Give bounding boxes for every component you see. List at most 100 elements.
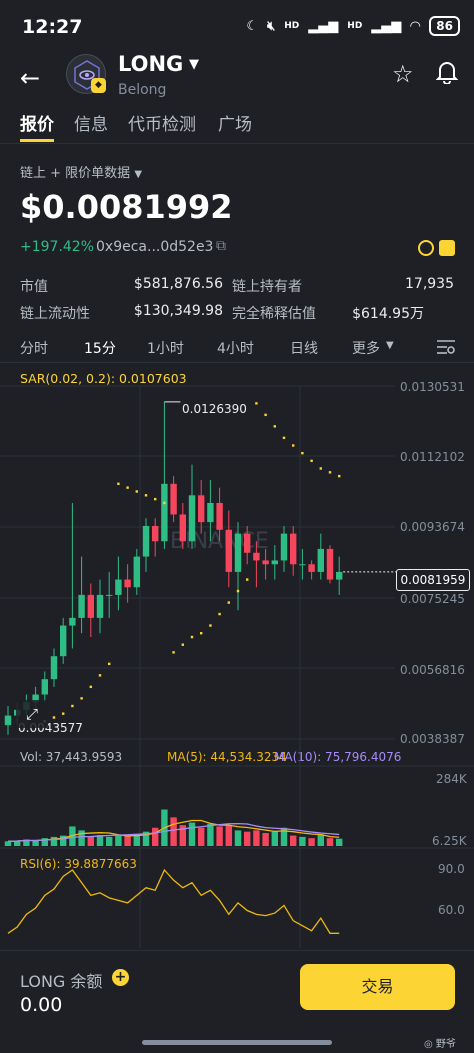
candle-body <box>4 715 12 726</box>
volume-bar <box>124 836 131 846</box>
sar-dot <box>328 471 332 474</box>
sar-dot <box>190 635 194 639</box>
sar-dot <box>172 651 175 654</box>
volume-bar <box>152 827 159 846</box>
sar-dot <box>255 402 258 405</box>
sar-dot <box>301 451 304 455</box>
price-change: +197.42% <box>20 239 95 255</box>
volume-bar <box>115 835 122 846</box>
volume-bar <box>198 827 205 846</box>
sar-dot <box>117 482 120 486</box>
candle-body <box>336 571 343 580</box>
rsi-axis-tick: 60.0 <box>438 903 465 917</box>
sar-dot <box>292 444 295 447</box>
back-arrow-icon[interactable]: ← <box>20 64 40 92</box>
sar-dot <box>264 413 267 417</box>
footer-credit-text: 野爷 <box>435 1039 456 1050</box>
volume-bar <box>308 838 315 846</box>
sar-dot <box>62 712 65 715</box>
candle-body <box>244 533 251 553</box>
tab-square[interactable]: 广场 <box>218 110 252 135</box>
candle-body <box>115 579 122 595</box>
volume-bar <box>87 836 94 846</box>
candle-body <box>78 594 85 618</box>
timeframe-4h[interactable]: 4小时 <box>217 338 254 358</box>
sar-dot <box>126 486 129 489</box>
tab-underline <box>20 139 54 142</box>
volume-bar <box>216 826 223 846</box>
sar-dot <box>209 624 212 627</box>
stat-label: 市值 <box>20 279 48 295</box>
timeframe-line[interactable]: 分时 <box>20 338 48 358</box>
candle-body <box>262 560 269 565</box>
signal-icon: ▂▄▆ <box>371 18 402 34</box>
expand-icon[interactable]: ⤢ <box>16 700 48 728</box>
candle-body <box>124 579 131 588</box>
stat-value: 17,935 <box>405 276 454 292</box>
chart-settings-icon[interactable] <box>436 337 456 361</box>
sar-dot <box>52 716 56 719</box>
timeframe-1d[interactable]: 日线 <box>290 338 318 358</box>
volume-bar <box>326 838 334 846</box>
tab-info[interactable]: 信息 <box>74 110 108 135</box>
sar-dot <box>319 467 322 470</box>
stat-label: 完全稀释估值 <box>232 306 316 322</box>
candle-body <box>96 594 104 618</box>
price-axis-tick: 0.0038387 <box>400 732 465 746</box>
volume-bar <box>188 822 196 846</box>
wifi-icon: ◠ <box>410 18 421 34</box>
price-axis-tick: 0.0130531 <box>400 380 465 394</box>
moon-icon: ☾ <box>246 18 259 34</box>
sar-dot <box>282 436 286 440</box>
volume-bar <box>299 836 306 846</box>
stat-label: 链上流动性 <box>20 306 90 322</box>
candle-body <box>317 548 324 572</box>
caret-down-icon[interactable]: ▼ <box>386 340 394 351</box>
candle-body <box>50 656 58 680</box>
home-indicator[interactable] <box>142 1040 332 1045</box>
bnb-badge-icon <box>439 240 455 256</box>
rsi-line <box>7 868 340 934</box>
sar-dot <box>108 662 111 666</box>
divider <box>0 362 474 363</box>
sar-dot <box>246 578 249 581</box>
price: $0.0081992 <box>20 188 233 226</box>
copy-icon[interactable]: ⧉ <box>216 238 226 254</box>
caret-down-icon: ▼ <box>134 169 143 180</box>
candle-body <box>188 495 196 542</box>
add-icon[interactable]: + <box>112 969 129 986</box>
bnb-chain-icon: ◆ <box>91 78 106 93</box>
bell-icon[interactable] <box>435 60 459 88</box>
candle-body <box>326 548 334 580</box>
candle-body <box>170 483 177 515</box>
volume-bar <box>271 831 278 846</box>
sar-dot <box>154 497 157 501</box>
candle-body <box>290 533 297 565</box>
token-title[interactable]: LONG <box>118 52 183 76</box>
timeframe-1h[interactable]: 1小时 <box>147 338 184 358</box>
mute-icon: 🔇︎ <box>267 18 276 34</box>
battery-icon: 86 <box>429 16 460 36</box>
balance-label: LONG 余额 <box>20 972 103 991</box>
trade-button[interactable]: 交易 <box>300 964 455 1010</box>
divider <box>0 143 474 144</box>
sar-dot <box>144 494 148 497</box>
data-source-select[interactable]: 链上 + 限价单数据 ▼ <box>20 162 142 181</box>
candle-body <box>161 483 168 542</box>
volume-bar <box>78 830 85 846</box>
candle-body <box>69 617 76 626</box>
sar-dot <box>80 697 83 700</box>
candle-body <box>271 560 278 565</box>
volume-bar <box>106 836 113 846</box>
tab-token-check[interactable]: 代币检测 <box>128 110 196 135</box>
candle-body <box>41 679 48 695</box>
timeframe-15m[interactable]: 15分 <box>84 338 116 358</box>
star-icon[interactable]: ☆ <box>392 60 414 88</box>
candle-body <box>133 556 140 588</box>
tab-quote[interactable]: 报价 <box>20 110 54 135</box>
volume-bar <box>4 841 12 846</box>
chain-badge-icon <box>418 240 434 256</box>
volume-bar <box>225 825 232 846</box>
timeframe-more[interactable]: 更多 <box>352 338 380 358</box>
caret-down-icon[interactable]: ▼ <box>189 57 199 72</box>
